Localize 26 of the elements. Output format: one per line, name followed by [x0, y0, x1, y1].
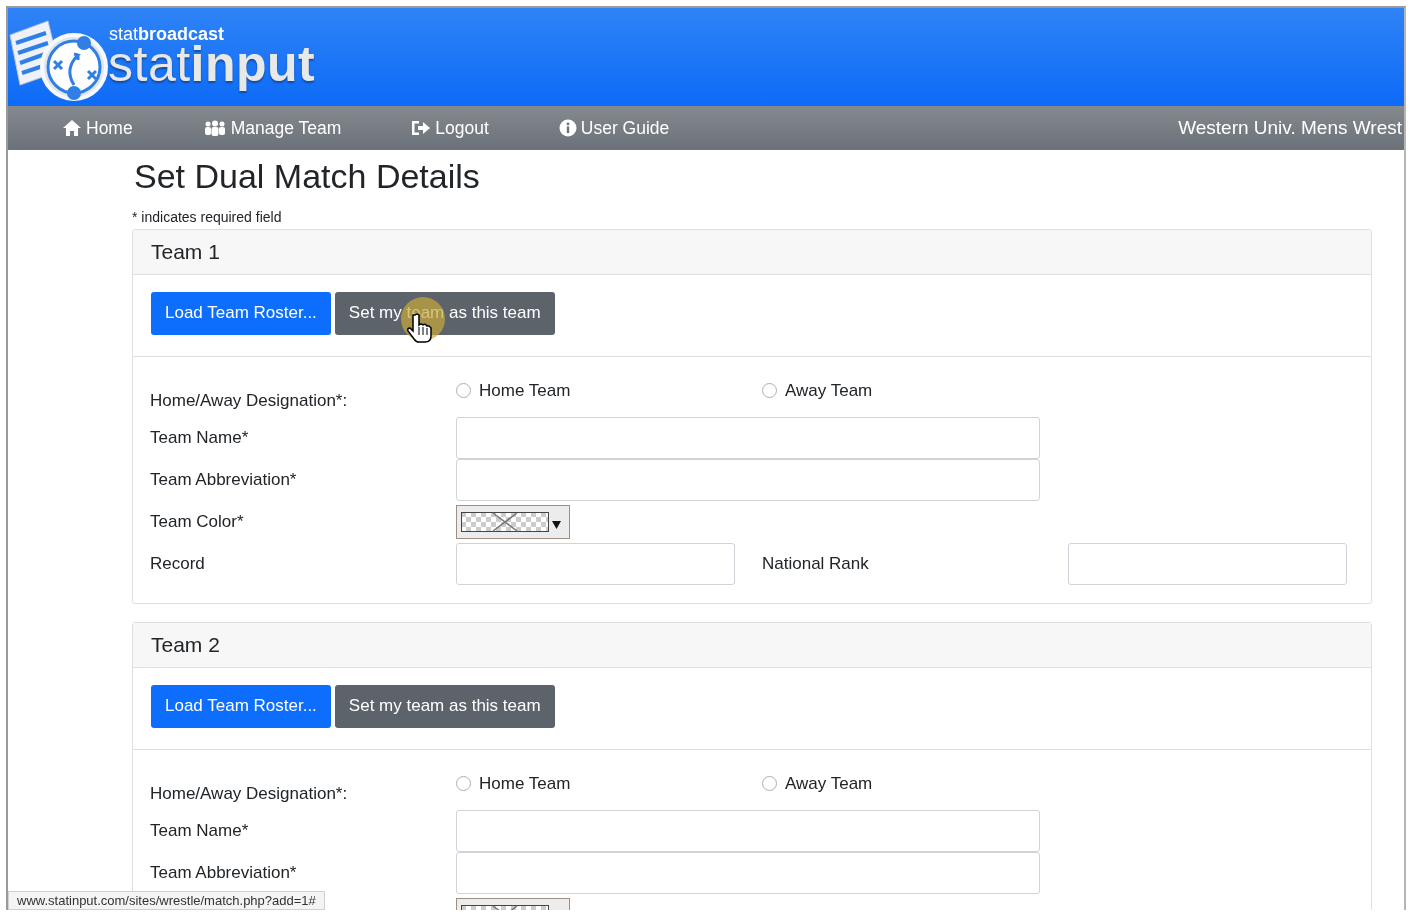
team-name: Western Univ. Mens Wrest — [1178, 117, 1402, 139]
radio-option[interactable]: Away Team — [762, 773, 1068, 794]
nav-link[interactable]: Manage Team — [202, 117, 342, 139]
load-roster-button[interactable]: Load Team Roster... — [151, 291, 331, 335]
nav-link[interactable]: Home — [62, 117, 133, 139]
nav-link[interactable]: User Guide — [558, 117, 670, 139]
field-label: Team Name* — [150, 426, 250, 449]
field-label: Team Color* — [150, 510, 245, 533]
nav-link[interactable]: Logout — [411, 117, 489, 139]
field-label: Team Abbreviation* — [150, 468, 298, 491]
field-label: Home/Away Designation*: — [150, 783, 349, 804]
field-label: Team Name* — [150, 819, 250, 842]
radio-option[interactable]: Away Team — [762, 380, 1068, 401]
field-label: Record — [150, 552, 206, 575]
field-label: Home/Away Designation*: — [150, 390, 349, 411]
card-title: Team 2 — [151, 632, 220, 657]
page-title: Set Dual Match Details — [134, 156, 480, 197]
required-note: * indicates required field — [132, 208, 283, 225]
radio-option[interactable]: Home Team — [456, 773, 762, 794]
field-label: Team Abbreviation* — [150, 861, 298, 884]
status-url: www.statinput.com/sites/wrestle/match.php?add=1# — [17, 893, 316, 908]
field-label: National Rank — [762, 552, 870, 575]
card-title: Team 1 — [151, 239, 220, 264]
radio-option[interactable]: Home Team — [456, 380, 762, 401]
set-team-button[interactable]: Set my team as this team — [334, 684, 555, 728]
load-roster-button[interactable]: Load Team Roster... — [151, 684, 331, 728]
